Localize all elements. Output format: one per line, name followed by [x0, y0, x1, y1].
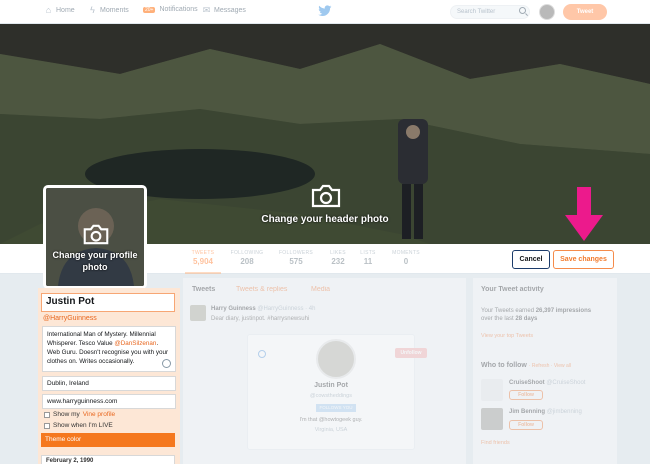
- suggestion-avatar[interactable]: [481, 408, 503, 430]
- stat-following[interactable]: FOLLOWING 208: [226, 250, 268, 266]
- stat-likes[interactable]: LIKES 232: [325, 250, 351, 266]
- circle-icon: [258, 350, 266, 358]
- follow-button[interactable]: Follow: [509, 420, 543, 430]
- avatar[interactable]: [539, 4, 555, 20]
- emoji-icon[interactable]: [162, 359, 171, 368]
- search-input[interactable]: Search Twitter: [450, 5, 530, 19]
- nav-notifications[interactable]: 20+ Notifications: [143, 6, 198, 13]
- tweet-header: Harry Guinness @HarryGuinness · 4h: [211, 306, 316, 312]
- who-to-follow-title: Who to follow · Refresh · View all: [481, 362, 571, 369]
- unfollow-button[interactable]: Unfollow: [395, 348, 427, 358]
- search-icon[interactable]: [519, 7, 526, 14]
- handle-text: @HarryGuinness: [43, 315, 97, 322]
- profile-photo[interactable]: Change your profile photo: [43, 185, 147, 289]
- profile-photo-caption: Change your profile photo: [52, 250, 138, 272]
- vine-profile-checkbox[interactable]: Show my Vine profile: [44, 411, 174, 418]
- suggestion-name: Jim Benning @jimbenning: [509, 409, 582, 415]
- tab-tweets-replies[interactable]: Tweets & replies: [236, 286, 287, 293]
- twitter-bird-icon[interactable]: [318, 5, 332, 17]
- nav-home[interactable]: ⌂ Home: [44, 6, 75, 15]
- envelope-icon: ✉: [202, 5, 211, 15]
- tweet-button[interactable]: Tweet: [563, 4, 607, 20]
- card-bio: I'm that @howtogeek guy.: [299, 417, 363, 423]
- suggestion-avatar[interactable]: [481, 379, 503, 401]
- stat-moments[interactable]: MOMENTS 0: [387, 250, 425, 266]
- stat-followers[interactable]: FOLLOWERS 575: [275, 250, 317, 266]
- home-icon: ⌂: [45, 5, 52, 15]
- camera-icon[interactable]: [83, 224, 109, 245]
- tweet-activity-title: Your Tweet activity: [481, 286, 544, 293]
- tab-media[interactable]: Media: [311, 286, 330, 293]
- follows-you-badge: FOLLOWS YOU: [316, 404, 356, 412]
- name-field[interactable]: Justin Pot: [41, 293, 175, 312]
- theme-color-button[interactable]: Theme color: [41, 433, 175, 447]
- follow-button[interactable]: Follow: [509, 390, 543, 400]
- bio-field[interactable]: International Man of Mystery. Millennial…: [42, 326, 176, 372]
- tweet-activity-text: Your Tweets earned 26,397 impressions ov…: [481, 308, 592, 322]
- find-friends-link[interactable]: Find friends: [481, 440, 510, 446]
- card-avatar[interactable]: [316, 339, 356, 379]
- live-checkbox[interactable]: Show when I'm LIVE: [44, 422, 174, 429]
- checkbox[interactable]: [44, 411, 50, 418]
- card-handle: @cowstheddings: [310, 393, 352, 399]
- birthday-field[interactable]: February 2, 1990: [41, 455, 175, 464]
- nav-messages[interactable]: ✉ Messages: [202, 6, 246, 15]
- stat-tweets[interactable]: TWEETS 5,904: [185, 250, 221, 274]
- website-field[interactable]: www.harryguinness.com: [42, 394, 176, 409]
- nav-moments[interactable]: ϟ Moments: [88, 6, 129, 15]
- lightning-icon: ϟ: [90, 5, 95, 15]
- card-location: Virginia, USA: [314, 427, 348, 433]
- notification-badge: 20+: [143, 6, 156, 13]
- tweet-avatar[interactable]: [190, 305, 206, 321]
- pink-arrow-annotation: [565, 187, 603, 241]
- checkbox[interactable]: [44, 422, 50, 429]
- right-sidebar: [473, 278, 617, 464]
- tab-tweets[interactable]: Tweets: [192, 286, 215, 293]
- suggestion-name: CruiseShoot @CruiseShoot: [509, 380, 586, 386]
- save-changes-button[interactable]: Save changes: [553, 250, 614, 269]
- view-top-tweets-link[interactable]: View your top Tweets: [481, 333, 533, 339]
- tweet-text: Dear diary, justinpot. #harrysnewsuhi: [211, 316, 310, 322]
- camera-icon[interactable]: [311, 184, 341, 208]
- top-navigation: ⌂ Home ϟ Moments 20+ Notifications ✉ Mes…: [0, 0, 650, 24]
- card-name: Justin Pot: [314, 382, 348, 389]
- location-field[interactable]: Dublin, Ireland: [42, 376, 176, 391]
- stat-lists[interactable]: LISTS 11: [356, 250, 380, 266]
- cancel-button[interactable]: Cancel: [512, 250, 550, 269]
